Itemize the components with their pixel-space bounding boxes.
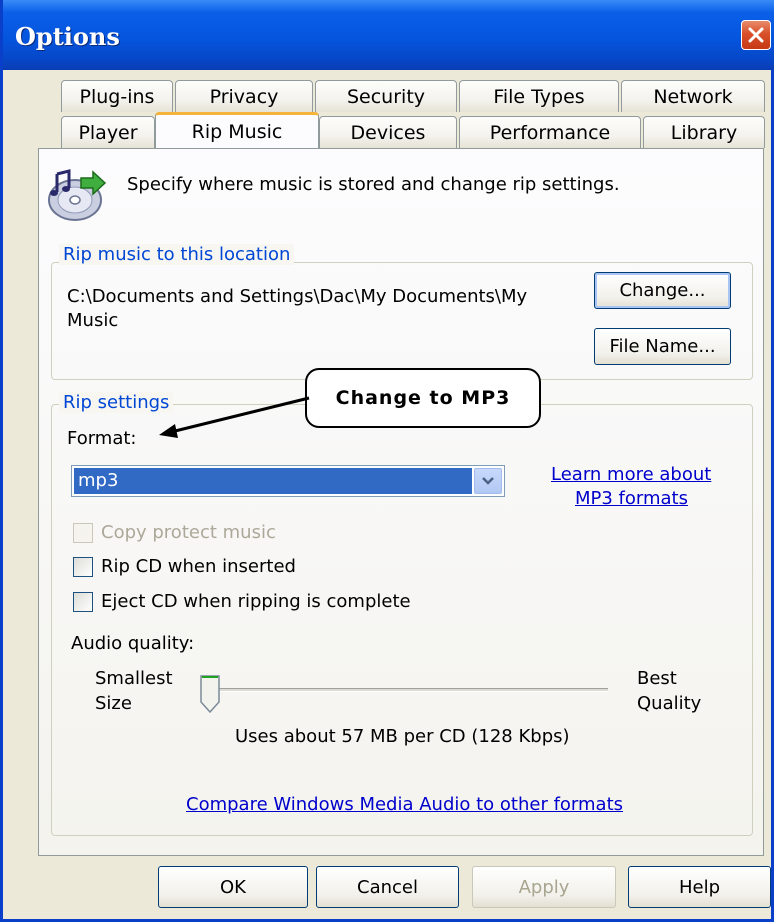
page-description: Specify where music is stored and change…	[127, 174, 620, 195]
cancel-button-label: Cancel	[357, 876, 418, 898]
ok-button-label: OK	[220, 876, 246, 898]
tab-privacy[interactable]: Privacy	[175, 80, 313, 112]
tab-label: Devices	[350, 121, 426, 144]
tab-label: Performance	[489, 121, 611, 144]
tab-label: Rip Music	[191, 120, 283, 143]
tab-label: Privacy	[209, 85, 279, 108]
annotation-callout: Change to MP3	[305, 368, 541, 428]
tab-label: File Types	[493, 85, 585, 108]
close-button[interactable]	[741, 20, 771, 50]
location-path-line1: C:\Documents and Settings\Dac\My Documen…	[67, 286, 528, 307]
best-quality-label-line1: Best	[637, 668, 677, 689]
tab-label: Library	[670, 121, 738, 144]
tab-performance[interactable]: Performance	[459, 116, 641, 148]
help-button[interactable]: Help	[628, 866, 771, 908]
tab-file-types[interactable]: File Types	[459, 80, 619, 112]
usage-text: Uses about 57 MB per CD (128 Kbps)	[235, 726, 570, 747]
window-title: Options	[15, 22, 120, 51]
chevron-down-icon	[482, 477, 494, 485]
eject-cd-label: Eject CD when ripping is complete	[101, 591, 411, 612]
file-name-button-label: File Name...	[609, 336, 716, 357]
location-legend: Rip music to this location	[59, 244, 295, 265]
close-icon	[748, 27, 764, 43]
tab-library[interactable]: Library	[643, 116, 765, 148]
tab-network[interactable]: Network	[621, 80, 765, 112]
mp3-formats-link[interactable]: MP3 formats	[575, 488, 688, 509]
eject-cd-checkbox[interactable]	[73, 592, 93, 612]
rip-cd-label: Rip CD when inserted	[101, 556, 296, 577]
audio-quality-label: Audio quality:	[71, 633, 195, 654]
help-button-label: Help	[678, 876, 721, 898]
rip-cd-checkbox[interactable]	[73, 557, 93, 577]
format-select[interactable]: mp3	[71, 465, 505, 497]
tab-label: Player	[78, 121, 138, 144]
tab-label: Network	[653, 85, 733, 108]
tab-devices[interactable]: Devices	[319, 116, 457, 148]
audio-quality-slider[interactable]	[208, 688, 608, 692]
smallest-size-label-line2: Size	[95, 693, 132, 714]
location-path-line2: Music	[67, 310, 119, 331]
change-button-label: Change...	[619, 280, 706, 301]
cancel-button[interactable]: Cancel	[316, 866, 459, 908]
apply-button-label: Apply	[518, 876, 570, 898]
rip-music-icon	[45, 166, 107, 222]
callout-text: Change to MP3	[335, 387, 511, 409]
copy-protect-label: Copy protect music	[101, 522, 276, 543]
tab-rip-music[interactable]: Rip Music	[155, 112, 319, 148]
dropdown-arrow-button[interactable]	[474, 468, 502, 494]
title-bar[interactable]: Options	[3, 0, 774, 70]
copy-protect-checkbox[interactable]	[73, 523, 93, 543]
learn-more-link[interactable]: Learn more about	[551, 464, 711, 485]
format-select-value: mp3	[74, 468, 472, 494]
best-quality-label-line2: Quality	[637, 693, 702, 714]
compare-formats-link[interactable]: Compare Windows Media Audio to other for…	[186, 794, 623, 815]
tab-plug-ins[interactable]: Plug-ins	[61, 80, 173, 112]
annotation-arrow	[151, 388, 313, 444]
file-name-button[interactable]: File Name...	[594, 328, 731, 365]
tab-security[interactable]: Security	[315, 80, 457, 112]
smallest-size-label-line1: Smallest	[95, 668, 173, 689]
apply-button[interactable]: Apply	[472, 866, 616, 908]
change-button[interactable]: Change...	[594, 272, 731, 309]
tab-label: Security	[346, 85, 426, 108]
options-dialog: Options Plug-ins Privacy Security File T…	[0, 0, 774, 922]
format-label: Format:	[67, 428, 137, 449]
tab-player[interactable]: Player	[61, 116, 155, 148]
ok-button[interactable]: OK	[158, 866, 308, 908]
slider-thumb[interactable]	[199, 674, 221, 714]
tab-label: Plug-ins	[79, 85, 155, 108]
